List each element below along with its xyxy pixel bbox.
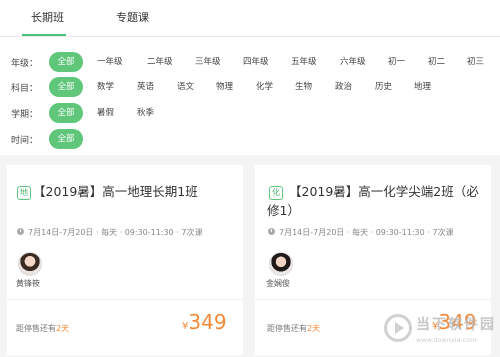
grade-option[interactable]: 四年级 [243,55,269,67]
filter-panel: 年级： 全部 一年级 二年级 三年级 四年级 五年级 六年级 初一 初二 初三 … [0,37,500,155]
subject-filter-row: 科目： 全部 数学 英语 语文 物理 化学 生物 政治 历史 地理 [0,77,500,97]
term-option[interactable]: 暑假 [97,106,114,118]
teacher-name: 黄锋筱 [16,279,40,288]
term-filter-row: 学期： 全部 暑假 秋季 [0,103,500,123]
term-option[interactable]: 秋季 [137,106,154,118]
sale-countdown: 距停售还有2天 [267,324,321,333]
clock-icon [17,228,24,235]
watermark-url: www.downxia.com [416,336,477,344]
active-tab-indicator [22,34,66,36]
play-logo-icon [384,314,412,342]
teacher-name: 金娴俊 [266,279,290,288]
subject-option[interactable]: 政治 [335,80,352,92]
course-schedule: 7月14日-7月20日 · 每天 · 09:30-11:30 · 7次课 [28,228,203,237]
card-divider [7,299,243,300]
subject-badge: 化 [269,186,283,200]
time-label: 时间： [11,136,39,146]
grade-option[interactable]: 二年级 [147,55,173,67]
grade-option[interactable]: 初三 [467,55,484,67]
site-watermark: 当下软件园 www.downxia.com [384,308,496,352]
subject-badge: 地 [17,186,31,200]
subject-option[interactable]: 化学 [256,80,273,92]
course-title[interactable]: 【2019暑】高一化学尖端2班（必 [289,182,479,201]
subject-label: 科目： [11,84,39,94]
grade-option[interactable]: 六年级 [340,55,366,67]
time-all-pill[interactable]: 全部 [49,129,83,149]
grade-option[interactable]: 初一 [388,55,405,67]
subject-option[interactable]: 地理 [414,80,431,92]
time-filter-row: 时间： 全部 [0,129,500,149]
teacher-avatar [18,252,42,276]
grade-option[interactable]: 一年级 [97,55,123,67]
grade-all-pill[interactable]: 全部 [49,52,83,72]
grade-filter-row: 年级： 全部 一年级 二年级 三年级 四年级 五年级 六年级 初一 初二 初三 [0,52,500,72]
subject-option[interactable]: 语文 [177,80,194,92]
grade-option[interactable]: 初二 [428,55,445,67]
subject-option[interactable]: 英语 [137,80,154,92]
course-title-continued[interactable]: 修1） [267,201,300,220]
course-schedule: 7月14日-7月20日 · 每天 · 09:30-11:30 · 7次课 [279,228,454,237]
course-price: ¥349 [182,310,227,334]
grade-option[interactable]: 三年级 [195,55,221,67]
subject-option[interactable]: 数学 [97,80,114,92]
teacher-avatar [269,252,293,276]
watermark-text: 当下软件园 [416,317,496,333]
subject-option[interactable]: 生物 [295,80,312,92]
grade-option[interactable]: 五年级 [291,55,317,67]
tab-long-term[interactable]: 长期班 [31,9,64,25]
term-label: 学期： [11,110,39,120]
card-divider [255,299,491,300]
course-type-tabs: 长期班 专题课 [0,0,500,37]
grade-label: 年级： [11,59,39,69]
subject-option[interactable]: 历史 [375,80,392,92]
tab-topic[interactable]: 专题课 [116,9,149,25]
sale-countdown: 距停售还有2天 [16,324,70,333]
clock-icon [268,228,275,235]
term-all-pill[interactable]: 全部 [49,103,83,123]
subject-option[interactable]: 物理 [216,80,233,92]
subject-all-pill[interactable]: 全部 [49,77,83,97]
course-title[interactable]: 【2019暑】高一地理长期1班 [33,182,198,201]
